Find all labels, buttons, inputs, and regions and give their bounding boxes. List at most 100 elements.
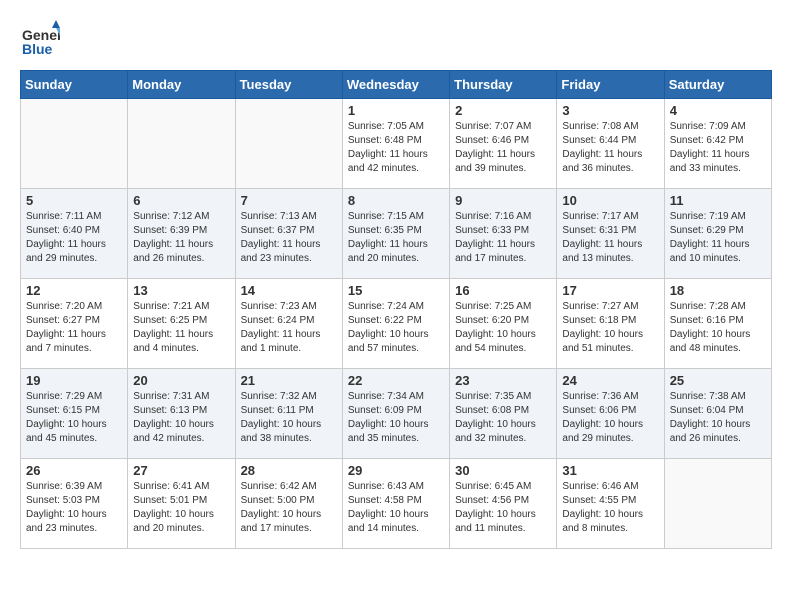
day-number: 22 (348, 373, 444, 388)
calendar-cell: 27 Sunrise: 6:41 AM Sunset: 5:01 PM Dayli… (128, 459, 235, 549)
day-info: Sunrise: 7:11 AM Sunset: 6:40 PM Dayligh… (26, 210, 122, 266)
day-number: 19 (26, 373, 122, 388)
day-header-saturday: Saturday (664, 71, 771, 99)
day-info: Sunrise: 7:29 AM Sunset: 6:15 PM Dayligh… (26, 390, 122, 446)
calendar-cell: 2Sunrise: 7:07 AM Sunset: 6:46 PM Daylig… (450, 99, 557, 189)
day-info: Sunrise: 7:36 AM Sunset: 6:06 PM Dayligh… (562, 390, 658, 446)
day-number: 8 (348, 193, 444, 208)
day-number: 1 (348, 103, 444, 118)
day-number: 30 (455, 463, 551, 478)
calendar-cell: 16 Sunrise: 7:25 AM Sunset: 6:20 PM Dayli… (450, 279, 557, 369)
day-header-sunday: Sunday (21, 71, 128, 99)
calendar-cell: 24 Sunrise: 7:36 AM Sunset: 6:06 PM Dayli… (557, 369, 664, 459)
calendar-cell (21, 99, 128, 189)
calendar-week-row: 19 Sunrise: 7:29 AM Sunset: 6:15 PM Dayli… (21, 369, 772, 459)
day-info: Sunrise: 7:13 AM Sunset: 6:37 PM Dayligh… (241, 210, 337, 266)
day-number: 2 (455, 103, 551, 118)
day-info: Sunrise: 6:39 AM Sunset: 5:03 PM Dayligh… (26, 480, 122, 536)
day-number: 3 (562, 103, 658, 118)
day-number: 14 (241, 283, 337, 298)
calendar-cell: 28 Sunrise: 6:42 AM Sunset: 5:00 PM Dayli… (235, 459, 342, 549)
calendar-cell: 4 Sunrise: 7:09 AM Sunset: 6:42 PM Daylig… (664, 99, 771, 189)
day-info: Sunrise: 7:16 AM Sunset: 6:33 PM Dayligh… (455, 210, 551, 266)
calendar-cell (235, 99, 342, 189)
day-number: 15 (348, 283, 444, 298)
day-number: 27 (133, 463, 229, 478)
calendar-cell: 6 Sunrise: 7:12 AM Sunset: 6:39 PM Daylig… (128, 189, 235, 279)
day-info: Sunrise: 7:25 AM Sunset: 6:20 PM Dayligh… (455, 300, 551, 356)
day-number: 11 (670, 193, 766, 208)
day-info: Sunrise: 7:31 AM Sunset: 6:13 PM Dayligh… (133, 390, 229, 446)
calendar-header-row: SundayMondayTuesdayWednesdayThursdayFrid… (21, 71, 772, 99)
day-info: Sunrise: 6:43 AM Sunset: 4:58 PM Dayligh… (348, 480, 444, 536)
day-number: 16 (455, 283, 551, 298)
calendar-cell: 9 Sunrise: 7:16 AM Sunset: 6:33 PM Daylig… (450, 189, 557, 279)
day-number: 13 (133, 283, 229, 298)
day-info: Sunrise: 7:19 AM Sunset: 6:29 PM Dayligh… (670, 210, 766, 266)
calendar-cell: 12 Sunrise: 7:20 AM Sunset: 6:27 PM Dayli… (21, 279, 128, 369)
day-number: 28 (241, 463, 337, 478)
day-number: 6 (133, 193, 229, 208)
calendar-week-row: 5 Sunrise: 7:11 AM Sunset: 6:40 PM Daylig… (21, 189, 772, 279)
day-info: Sunrise: 7:17 AM Sunset: 6:31 PM Dayligh… (562, 210, 658, 266)
day-info: Sunrise: 6:42 AM Sunset: 5:00 PM Dayligh… (241, 480, 337, 536)
day-number: 18 (670, 283, 766, 298)
calendar-cell: 26 Sunrise: 6:39 AM Sunset: 5:03 PM Dayli… (21, 459, 128, 549)
calendar-cell: 29 Sunrise: 6:43 AM Sunset: 4:58 PM Dayli… (342, 459, 449, 549)
day-info: Sunrise: 7:24 AM Sunset: 6:22 PM Dayligh… (348, 300, 444, 356)
calendar-cell: 30 Sunrise: 6:45 AM Sunset: 4:56 PM Dayli… (450, 459, 557, 549)
day-info: Sunrise: 7:09 AM Sunset: 6:42 PM Dayligh… (670, 120, 766, 176)
day-header-tuesday: Tuesday (235, 71, 342, 99)
day-info: Sunrise: 7:08 AM Sunset: 6:44 PM Dayligh… (562, 120, 658, 176)
day-info: Sunrise: 7:20 AM Sunset: 6:27 PM Dayligh… (26, 300, 122, 356)
calendar-cell: 8 Sunrise: 7:15 AM Sunset: 6:35 PM Daylig… (342, 189, 449, 279)
day-number: 12 (26, 283, 122, 298)
calendar-cell: 17 Sunrise: 7:27 AM Sunset: 6:18 PM Dayli… (557, 279, 664, 369)
calendar-cell: 3 Sunrise: 7:08 AM Sunset: 6:44 PM Daylig… (557, 99, 664, 189)
day-info: Sunrise: 7:32 AM Sunset: 6:11 PM Dayligh… (241, 390, 337, 446)
calendar-cell (664, 459, 771, 549)
calendar-cell: 21Sunrise: 7:32 AM Sunset: 6:11 PM Dayli… (235, 369, 342, 459)
day-number: 24 (562, 373, 658, 388)
day-header-thursday: Thursday (450, 71, 557, 99)
calendar-cell: 22Sunrise: 7:34 AM Sunset: 6:09 PM Dayli… (342, 369, 449, 459)
day-number: 4 (670, 103, 766, 118)
day-info: Sunrise: 6:45 AM Sunset: 4:56 PM Dayligh… (455, 480, 551, 536)
calendar-cell: 1 Sunrise: 7:05 AM Sunset: 6:48 PM Daylig… (342, 99, 449, 189)
day-info: Sunrise: 7:38 AM Sunset: 6:04 PM Dayligh… (670, 390, 766, 446)
day-info: Sunrise: 7:27 AM Sunset: 6:18 PM Dayligh… (562, 300, 658, 356)
day-header-friday: Friday (557, 71, 664, 99)
day-info: Sunrise: 7:12 AM Sunset: 6:39 PM Dayligh… (133, 210, 229, 266)
day-number: 20 (133, 373, 229, 388)
day-info: Sunrise: 6:46 AM Sunset: 4:55 PM Dayligh… (562, 480, 658, 536)
calendar-cell (128, 99, 235, 189)
day-number: 29 (348, 463, 444, 478)
logo-icon: General Blue (20, 20, 60, 60)
day-info: Sunrise: 6:41 AM Sunset: 5:01 PM Dayligh… (133, 480, 229, 536)
day-info: Sunrise: 7:28 AM Sunset: 6:16 PM Dayligh… (670, 300, 766, 356)
calendar-cell: 23Sunrise: 7:35 AM Sunset: 6:08 PM Dayli… (450, 369, 557, 459)
day-number: 9 (455, 193, 551, 208)
logo: General Blue (20, 20, 64, 60)
day-number: 23 (455, 373, 551, 388)
day-info: Sunrise: 7:05 AM Sunset: 6:48 PM Dayligh… (348, 120, 444, 176)
svg-text:Blue: Blue (22, 41, 53, 57)
calendar-week-row: 26 Sunrise: 6:39 AM Sunset: 5:03 PM Dayli… (21, 459, 772, 549)
day-header-monday: Monday (128, 71, 235, 99)
calendar-cell: 10 Sunrise: 7:17 AM Sunset: 6:31 PM Dayli… (557, 189, 664, 279)
day-number: 26 (26, 463, 122, 478)
day-number: 10 (562, 193, 658, 208)
page-header: General Blue (20, 20, 772, 60)
calendar-cell: 20 Sunrise: 7:31 AM Sunset: 6:13 PM Dayli… (128, 369, 235, 459)
calendar-cell: 19 Sunrise: 7:29 AM Sunset: 6:15 PM Dayli… (21, 369, 128, 459)
day-number: 7 (241, 193, 337, 208)
calendar-cell: 11 Sunrise: 7:19 AM Sunset: 6:29 PM Dayli… (664, 189, 771, 279)
day-info: Sunrise: 7:15 AM Sunset: 6:35 PM Dayligh… (348, 210, 444, 266)
calendar-cell: 5 Sunrise: 7:11 AM Sunset: 6:40 PM Daylig… (21, 189, 128, 279)
calendar-week-row: 1 Sunrise: 7:05 AM Sunset: 6:48 PM Daylig… (21, 99, 772, 189)
day-number: 5 (26, 193, 122, 208)
day-number: 17 (562, 283, 658, 298)
day-header-wednesday: Wednesday (342, 71, 449, 99)
day-number: 25 (670, 373, 766, 388)
calendar-table: SundayMondayTuesdayWednesdayThursdayFrid… (20, 70, 772, 549)
